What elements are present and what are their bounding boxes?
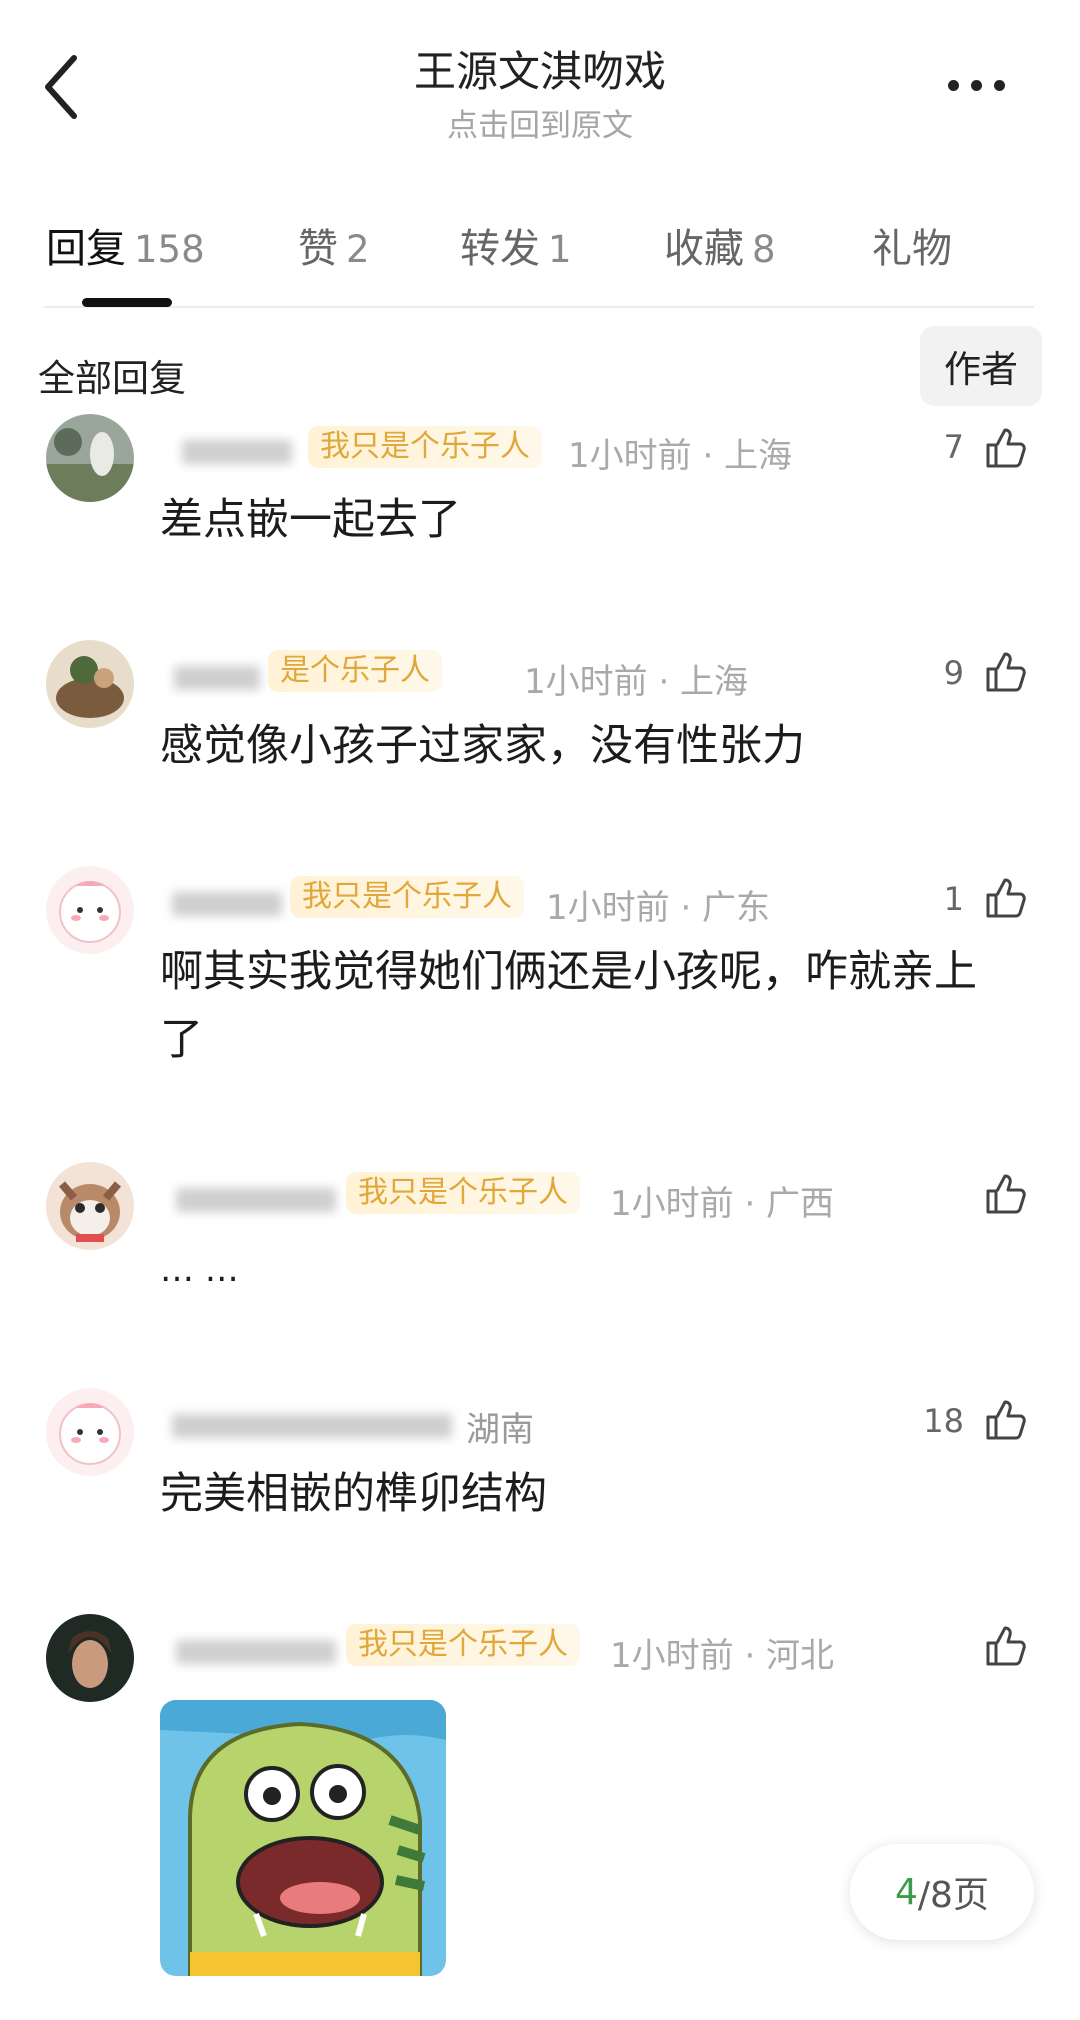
username-redacted[interactable] [164, 654, 270, 698]
comment-meta: 1小时前 · 河北 [610, 1636, 835, 1676]
comment-meta: 1小时前 · 上海 [568, 436, 793, 476]
comment-text: 感觉像小孩子过家家，没有性张力 [160, 721, 805, 771]
username-redacted[interactable] [166, 1176, 348, 1220]
like-button[interactable] [984, 1172, 1028, 1216]
like-button[interactable] [984, 1624, 1028, 1668]
tab-reposts-label: 转发 [460, 226, 540, 272]
like-count: 18 [923, 1402, 964, 1440]
thumbs-up-icon [986, 878, 1026, 918]
tab-divider [44, 306, 1034, 308]
all-replies-label: 全部回复 [38, 357, 186, 400]
fan-badge: 我只是个乐子人 [308, 426, 542, 468]
thumbs-up-icon [986, 428, 1026, 468]
like-button[interactable] [984, 426, 1028, 470]
thumbs-up-icon [986, 1626, 1026, 1666]
total-pages: /8页 [917, 1875, 989, 1916]
avatar-image [46, 414, 134, 502]
tab-favorites-label: 收藏 [664, 226, 744, 272]
avatar-image [46, 1162, 134, 1250]
tab-replies[interactable]: 回复 158 [46, 216, 205, 274]
fan-badge: 我只是个乐子人 [290, 876, 524, 918]
avatar[interactable] [46, 1388, 134, 1476]
avatar[interactable] [46, 640, 134, 728]
username-redacted[interactable] [166, 1628, 346, 1672]
comment-meta: 1小时前 · 广东 [546, 888, 771, 928]
like-count: 1 [943, 880, 964, 918]
comment-sticker-image[interactable] [160, 1700, 446, 1976]
like-button[interactable] [984, 1398, 1028, 1442]
like-button[interactable] [984, 876, 1028, 920]
comment-text: … … [160, 1250, 239, 1290]
fan-badge: 我只是个乐子人 [346, 1172, 580, 1214]
comment-meta: 1小时前 · 广西 [610, 1184, 835, 1224]
comment-text: 啊其实我觉得她们俩还是小孩呢，咋就亲上了 [160, 947, 977, 1065]
like-button[interactable] [984, 650, 1028, 694]
fan-badge: 我只是个乐子人 [346, 1624, 580, 1666]
username-redacted[interactable] [162, 880, 292, 924]
tab-favorites-count: 8 [752, 228, 776, 271]
fan-badge: 是个乐子人 [268, 650, 442, 692]
comment-meta: 湖南 [466, 1410, 534, 1450]
avatar-image [46, 1388, 134, 1476]
tab-reposts[interactable]: 转发 1 [460, 216, 572, 274]
avatar-image [46, 1614, 134, 1702]
thumbs-up-icon [986, 1174, 1026, 1214]
avatar-image [46, 866, 134, 954]
tab-likes-count: 2 [346, 228, 370, 271]
comment-meta: 1小时前 · 上海 [524, 662, 749, 702]
tab-replies-label: 回复 [46, 226, 126, 272]
avatar[interactable] [46, 1162, 134, 1250]
active-tab-indicator [82, 298, 172, 307]
username-redacted[interactable] [170, 428, 310, 472]
like-count: 7 [943, 428, 964, 466]
avatar[interactable] [46, 1614, 134, 1702]
back-to-original-link[interactable]: 点击回到原文 [0, 100, 1080, 145]
page-title: 王源文淇吻戏 [413, 47, 666, 96]
more-dots-icon [948, 79, 959, 91]
current-page: 4 [895, 1871, 918, 1913]
thumbs-up-icon [986, 1400, 1026, 1440]
like-count: 9 [943, 654, 964, 692]
surprised-fish-sticker [160, 1700, 446, 1976]
tab-likes[interactable]: 赞2 [298, 216, 370, 274]
tab-favorites[interactable]: 收藏 8 [664, 216, 776, 274]
comment-text: 完美相嵌的榫卯结构 [160, 1469, 547, 1519]
avatar[interactable] [46, 866, 134, 954]
tab-replies-count: 158 [134, 228, 205, 271]
tab-gifts[interactable]: 礼物 [872, 216, 952, 274]
tab-reposts-count: 1 [548, 228, 572, 271]
avatar-image [46, 640, 134, 728]
username-redacted[interactable] [162, 1402, 462, 1446]
page-indicator[interactable]: 4/8页 [850, 1844, 1034, 1940]
tab-gifts-label: 礼物 [872, 226, 952, 272]
more-options-button[interactable] [948, 70, 1018, 100]
author-filter-button[interactable]: 作者 [920, 326, 1042, 406]
tab-likes-label: 赞 [298, 226, 338, 272]
comment-text: 差点嵌一起去了 [160, 495, 461, 545]
avatar[interactable] [46, 414, 134, 502]
thumbs-up-icon [986, 652, 1026, 692]
